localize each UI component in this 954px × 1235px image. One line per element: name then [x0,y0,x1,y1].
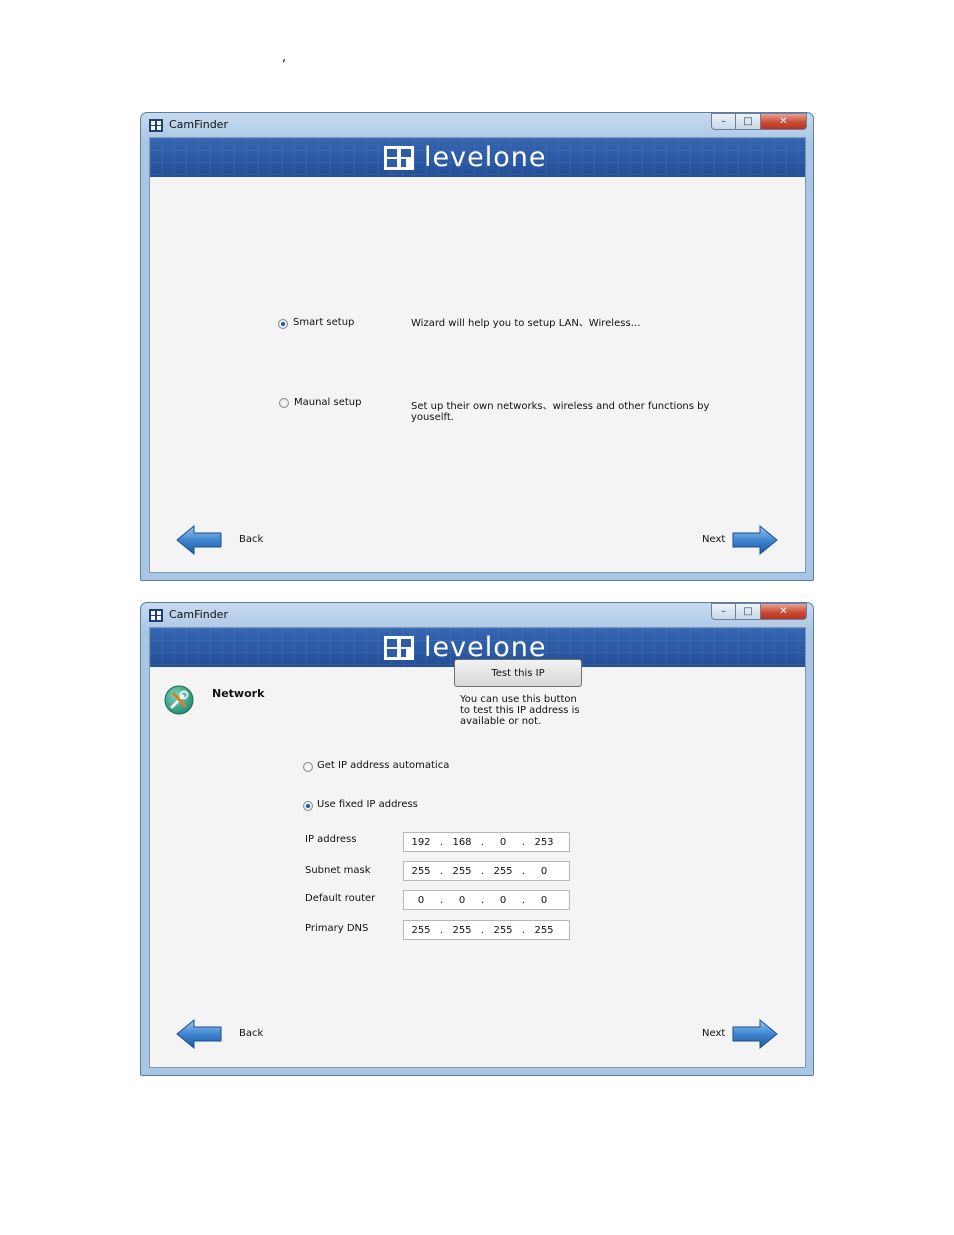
fixed-ip-radio[interactable] [303,801,313,811]
back-button-label[interactable]: Back [239,1028,263,1039]
test-ip-note: You can use this button to test this IP … [460,694,580,727]
dns-octet-2[interactable]: 255 [445,925,479,936]
ip-octet-3[interactable]: 0 [486,837,520,848]
manual-setup-description: Set up their own networks、wireless and o… [411,401,710,423]
next-button-label[interactable]: Next [702,1028,725,1039]
logo-wordmark: levelone [424,142,547,173]
smart-setup-description: Wizard will help you to setup LAN、Wirele… [411,318,641,329]
auto-ip-label[interactable]: Get IP address automatica [317,760,449,771]
levelone-logo-mark [384,146,414,170]
subnet-octet-4[interactable]: 0 [527,866,561,877]
test-ip-button[interactable]: Test this IP [454,659,582,687]
maximize-button[interactable]: □ [736,113,761,130]
close-button[interactable]: ✕ [761,603,807,620]
back-button-label[interactable]: Back [239,534,263,545]
levelone-app-icon [149,609,163,622]
minimize-button[interactable]: – [711,113,736,130]
logo-wordmark: levelone [424,632,547,663]
router-octet-4[interactable]: 0 [527,895,561,906]
levelone-logo: levelone [384,632,547,663]
levelone-logo-mark [384,636,414,660]
primary-dns-label: Primary DNS [305,923,369,934]
auto-ip-radio[interactable] [303,762,313,772]
ip-octet-2[interactable]: 168 [445,837,479,848]
ip-address-field[interactable]: 192. 168. 0. 253 [403,832,570,852]
router-octet-1[interactable]: 0 [404,895,438,906]
levelone-app-icon [149,119,163,132]
title-bar[interactable]: CamFinder – □ ✕ [141,113,813,137]
subnet-mask-field[interactable]: 255. 255. 255. 0 [403,861,570,881]
default-router-field[interactable]: 0. 0. 0. 0 [403,890,570,910]
router-octet-2[interactable]: 0 [445,895,479,906]
window-title: CamFinder [169,608,228,621]
minimize-button[interactable]: – [711,603,736,620]
section-title: Network [212,687,265,700]
dns-octet-4[interactable]: 255 [527,925,561,936]
subnet-mask-label: Subnet mask [305,865,371,876]
camfinder-window-setup-mode: CamFinder – □ ✕ levelone Smart setup Wiz… [140,112,814,581]
ip-address-label: IP address [305,834,357,845]
dns-octet-1[interactable]: 255 [404,925,438,936]
tools-icon [164,685,194,715]
maximize-button[interactable]: □ [736,603,761,620]
manual-setup-radio[interactable] [279,398,289,408]
router-octet-3[interactable]: 0 [486,895,520,906]
subnet-octet-3[interactable]: 255 [486,866,520,877]
manual-setup-label[interactable]: Maunal setup [294,397,362,408]
fixed-ip-label[interactable]: Use fixed IP address [317,799,418,810]
back-arrow-icon[interactable] [176,1019,222,1049]
window-title: CamFinder [169,118,228,131]
close-button[interactable]: ✕ [761,113,807,130]
subnet-octet-1[interactable]: 255 [404,866,438,877]
ip-octet-1[interactable]: 192 [404,837,438,848]
primary-dns-field[interactable]: 255. 255. 255. 255 [403,920,570,940]
window-content: levelone Smart setup Wizard will help yo… [149,137,806,573]
title-bar[interactable]: CamFinder – □ ✕ [141,603,813,627]
back-arrow-icon[interactable] [176,525,222,555]
default-router-label: Default router [305,893,376,904]
dns-octet-3[interactable]: 255 [486,925,520,936]
smart-setup-label[interactable]: Smart setup [293,317,354,328]
next-arrow-icon[interactable] [732,525,778,555]
subnet-octet-2[interactable]: 255 [445,866,479,877]
stray-comma: , [282,50,287,65]
smart-setup-radio[interactable] [278,319,288,329]
next-arrow-icon[interactable] [732,1019,778,1049]
levelone-logo: levelone [384,142,547,173]
next-button-label[interactable]: Next [702,534,725,545]
brand-banner: levelone [150,138,805,177]
ip-octet-4[interactable]: 253 [527,837,561,848]
